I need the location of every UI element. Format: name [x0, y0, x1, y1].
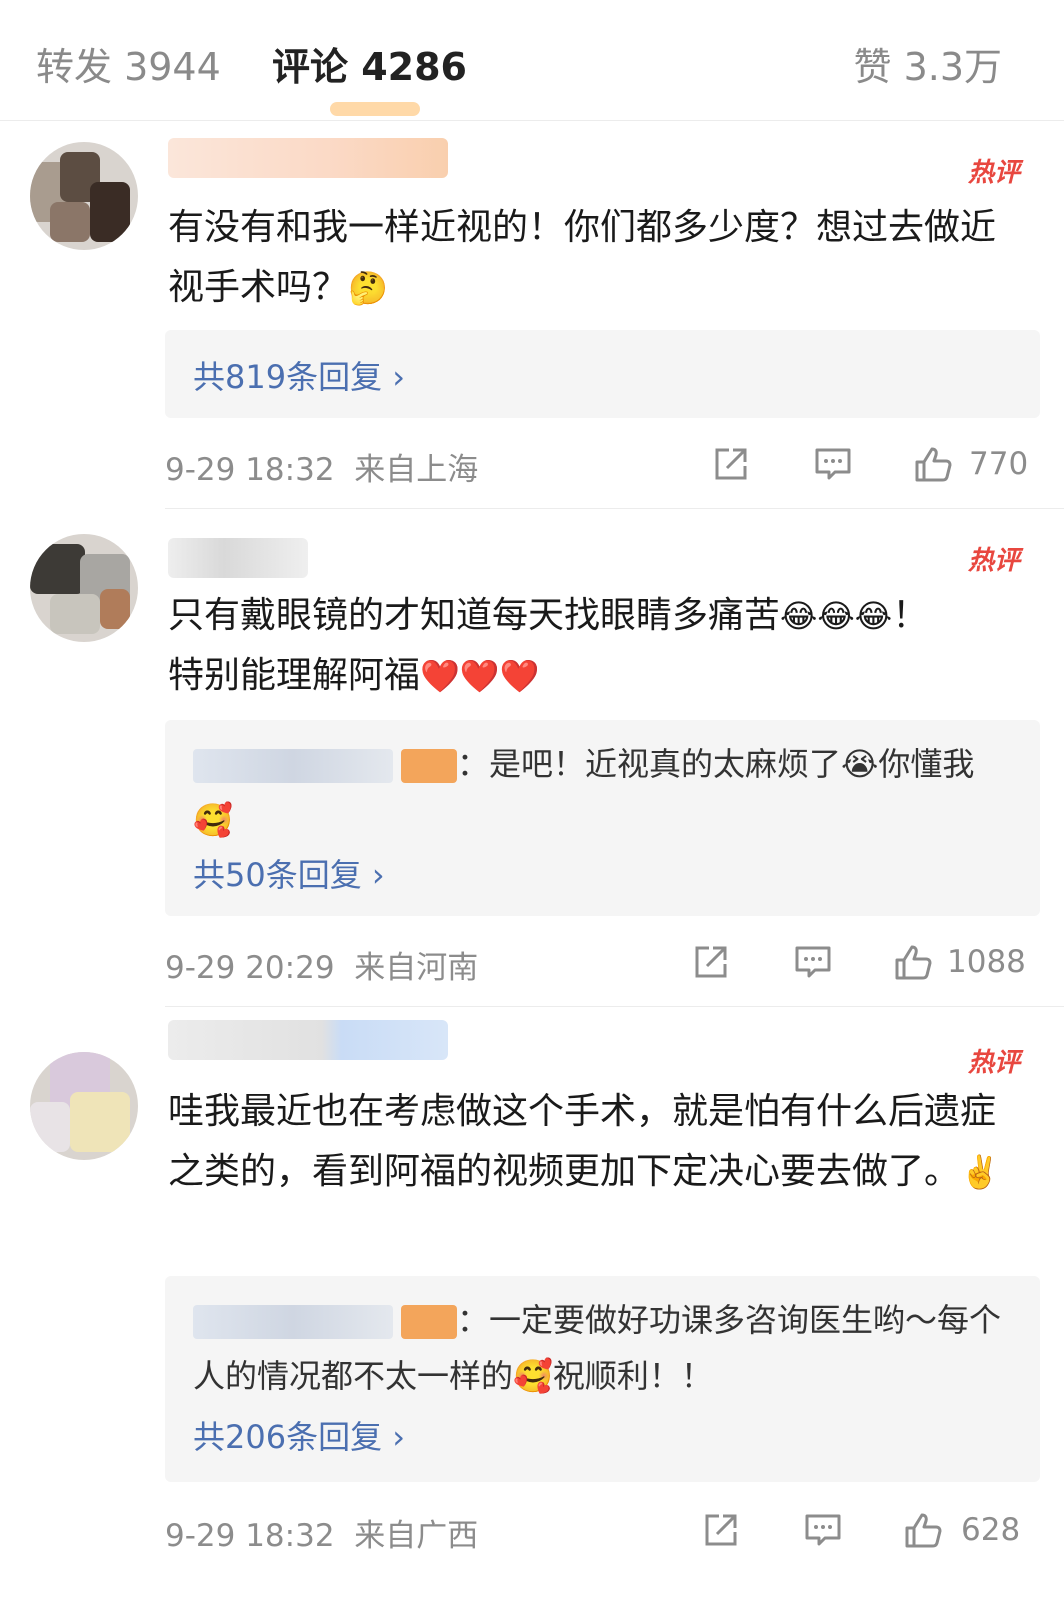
- active-tab-indicator: [330, 102, 420, 116]
- reply-user-tag: [401, 1305, 457, 1339]
- reply-username[interactable]: [193, 1305, 393, 1339]
- thumbs-up-icon[interactable]: [891, 940, 935, 984]
- divider: [165, 508, 1064, 509]
- comment-text: 只有戴眼镜的才知道每天找眼睛多痛苦😂😂😂！ 特别能理解阿福❤️❤️❤️: [168, 595, 929, 696]
- comment-location: 来自上海: [354, 452, 479, 488]
- reply-box[interactable]: ：一定要做好功课多咨询医生哟～每个人的情况都不太一样的🥰祝顺利！！ 共206条回…: [165, 1276, 1040, 1482]
- avatar[interactable]: [30, 534, 138, 642]
- reply-user-tag: [401, 749, 457, 783]
- hot-comment-badge: 热评: [967, 158, 1020, 188]
- avatar[interactable]: [30, 1052, 138, 1160]
- view-replies-link[interactable]: 共50条回复 ›: [193, 850, 385, 896]
- blush-emoji-icon: 🥰: [513, 1357, 553, 1395]
- hot-comment-badge: 热评: [967, 546, 1020, 576]
- divider: [165, 1006, 1064, 1007]
- comment-icon[interactable]: [811, 442, 855, 486]
- like-count: 628: [961, 1512, 1021, 1548]
- tab-like[interactable]: 赞 3.3万: [853, 36, 1002, 91]
- share-icon[interactable]: [699, 1508, 743, 1552]
- comment-actions: 1088: [689, 940, 1039, 984]
- comment-text: 哇我最近也在考虑做这个手术，就是怕有什么后遗症之类的，看到阿福的视频更加下定决心…: [168, 1091, 1000, 1192]
- comment-meta: 9-29 18:32 来自广西: [165, 1510, 478, 1555]
- comment-location: 来自广西: [354, 1518, 479, 1554]
- comment-time: 9-29 18:32: [165, 1518, 335, 1554]
- view-replies-link[interactable]: 共819条回复 ›: [193, 352, 405, 398]
- username[interactable]: [168, 138, 448, 178]
- thumbs-up-icon[interactable]: [901, 1508, 945, 1552]
- comment-actions: 628: [699, 1508, 1039, 1552]
- avatar[interactable]: [30, 142, 138, 250]
- crying-emoji-icon: 😭: [841, 745, 879, 783]
- tab-repost[interactable]: 转发 3944: [36, 36, 221, 91]
- like-count: 1088: [947, 944, 1026, 980]
- heart-emoji-icon: ❤️❤️❤️: [420, 657, 540, 695]
- laughing-emoji-icon: 😂😂😂: [780, 597, 893, 635]
- reply-username[interactable]: [193, 749, 393, 783]
- thumbs-up-icon[interactable]: [911, 442, 955, 486]
- view-replies-link[interactable]: 共206条回复 ›: [193, 1412, 405, 1458]
- tab-bar: 转发 3944 评论 4286 赞 3.3万: [0, 0, 1064, 121]
- comment-time: 9-29 18:32: [165, 452, 335, 488]
- reply-preview: ：一定要做好功课多咨询医生哟～每个人的情况都不太一样的🥰祝顺利！！: [193, 1301, 1002, 1395]
- reply-preview: ：是吧！近视真的太麻烦了😭你懂我 🥰: [193, 745, 975, 839]
- comment-meta: 9-29 20:29 来自河南: [165, 942, 478, 987]
- like-count: 770: [969, 446, 1029, 482]
- share-icon[interactable]: [709, 442, 753, 486]
- comment-location: 来自河南: [354, 950, 479, 986]
- comment-icon[interactable]: [791, 940, 835, 984]
- thinking-emoji-icon: 🤔: [348, 269, 388, 307]
- hot-comment-badge: 热评: [967, 1048, 1020, 1078]
- blush-emoji-icon: 🥰: [193, 801, 233, 839]
- comment-icon[interactable]: [801, 1508, 845, 1552]
- comment-meta: 9-29 18:32 来自上海: [165, 444, 478, 489]
- victory-hand-emoji-icon: ✌️: [960, 1153, 1000, 1191]
- share-icon[interactable]: [689, 940, 733, 984]
- reply-box[interactable]: 共819条回复 ›: [165, 330, 1040, 418]
- reply-box[interactable]: ：是吧！近视真的太麻烦了😭你懂我 🥰 共50条回复 ›: [165, 720, 1040, 916]
- username[interactable]: [168, 1020, 448, 1060]
- comment-time: 9-29 20:29: [165, 950, 335, 986]
- comment-actions: 770: [709, 442, 1039, 486]
- comment-text: 有没有和我一样近视的！你们都多少度？想过去做近视手术吗？🤔: [168, 207, 997, 308]
- username[interactable]: [168, 538, 308, 578]
- tab-comment[interactable]: 评论 4286: [272, 36, 467, 91]
